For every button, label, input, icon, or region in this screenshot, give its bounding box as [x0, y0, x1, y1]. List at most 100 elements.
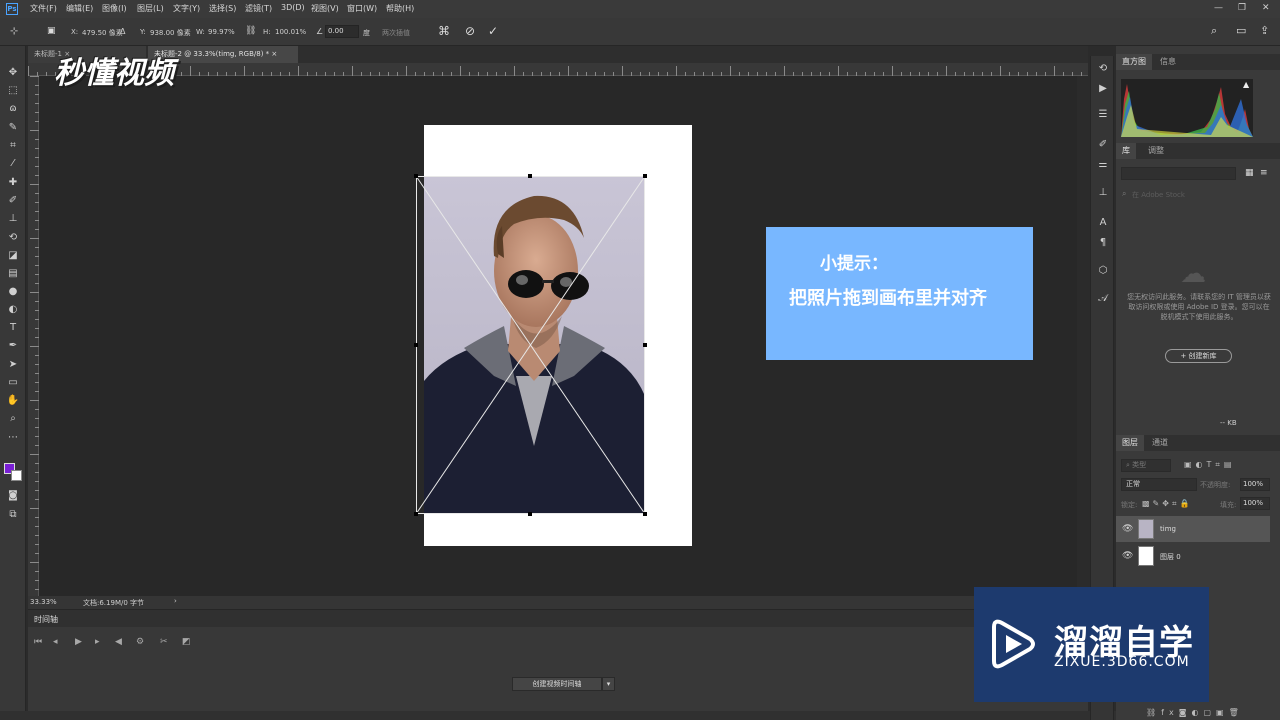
free-transform-box[interactable] — [414, 174, 647, 516]
transform-handle[interactable] — [643, 512, 647, 516]
type-tool-icon[interactable]: T — [5, 320, 21, 336]
reference-point-icon[interactable]: ▣ — [47, 26, 56, 36]
menu-window[interactable]: 窗口(W) — [347, 3, 377, 14]
transform-handle[interactable] — [414, 343, 418, 347]
marquee-tool-icon[interactable]: ⬚ — [5, 83, 21, 99]
create-video-timeline-button[interactable]: 创建视频时间轴 — [512, 677, 602, 691]
timeline-title[interactable]: 时间轴 — [34, 614, 58, 625]
menu-edit[interactable]: 编辑(E) — [66, 3, 93, 14]
eraser-tool-icon[interactable]: ◪ — [5, 248, 21, 264]
properties-icon[interactable]: ☰ — [1096, 108, 1110, 122]
actions-play-icon[interactable]: ▶ — [1096, 82, 1110, 96]
dodge-tool-icon[interactable]: ◐ — [5, 302, 21, 318]
chevron-right-icon[interactable]: › — [174, 597, 177, 605]
layer-actions-icons[interactable]: ⛓fx◙◐▢▣🗑 — [1146, 708, 1244, 717]
h-field[interactable]: 100.01% — [275, 28, 306, 36]
glyphs-icon[interactable]: 𝒜 — [1096, 292, 1110, 306]
layer-row[interactable]: 👁 timg — [1116, 516, 1270, 542]
eye-icon[interactable]: 👁 — [1122, 524, 1133, 534]
more-tools-icon[interactable]: ⋯ — [5, 430, 21, 446]
layer-filter-select[interactable]: ⌕ 类型 — [1121, 459, 1171, 472]
menu-image[interactable]: 图像(I) — [102, 3, 127, 14]
3d-cube-icon[interactable]: ⬡ — [1096, 264, 1110, 278]
history-brush-tool-icon[interactable]: ⟲ — [5, 230, 21, 246]
y-field[interactable]: 938.00 像素 — [150, 28, 191, 38]
tab-channels[interactable]: 通道 — [1146, 435, 1174, 451]
transform-handle[interactable] — [528, 512, 532, 516]
transform-handle[interactable] — [643, 174, 647, 178]
menu-select[interactable]: 选择(S) — [209, 3, 236, 14]
quick-select-tool-icon[interactable]: ✎ — [5, 120, 21, 136]
transform-handle[interactable] — [643, 343, 647, 347]
angle-field[interactable]: 0.00 — [325, 25, 359, 38]
adjust-sliders-icon[interactable]: ⚌ — [1096, 158, 1110, 172]
brush-tool-icon[interactable]: ✐ — [5, 193, 21, 209]
blend-mode-select[interactable]: 正常 — [1121, 478, 1197, 491]
menu-3d[interactable]: 3D(D) — [281, 3, 305, 12]
zoom-level[interactable]: 33.33% — [30, 598, 57, 606]
prev-frame-icon[interactable]: ◂ — [53, 637, 58, 647]
character-icon[interactable]: A — [1096, 216, 1110, 230]
warning-icon[interactable]: ▲ — [1243, 80, 1249, 89]
brush-settings-icon[interactable]: ✐ — [1096, 138, 1110, 152]
history-icon[interactable]: ⟲ — [1096, 62, 1110, 76]
transform-handle[interactable] — [414, 174, 418, 178]
minimize-icon[interactable]: — — [1214, 3, 1223, 13]
library-search-input[interactable]: 在 Adobe Stock — [1132, 190, 1185, 200]
quick-mask-icon[interactable]: ◙ — [5, 488, 21, 504]
create-library-button[interactable]: + 创建新库 — [1165, 349, 1232, 363]
fill-field[interactable]: 100% — [1240, 497, 1270, 510]
document-info[interactable]: 文档:6.19M/0 字节 — [83, 598, 144, 608]
grid-view-icon[interactable]: ▦ — [1245, 168, 1254, 178]
layer-name[interactable]: 图层 0 — [1160, 552, 1181, 562]
menu-help[interactable]: 帮助(H) — [386, 3, 414, 14]
list-view-icon[interactable]: ≡ — [1260, 168, 1268, 178]
transition-icon[interactable]: ◩ — [182, 637, 191, 647]
menu-type[interactable]: 文字(Y) — [173, 3, 200, 14]
interpolation-label[interactable]: 两次插值 — [382, 28, 410, 38]
close-icon[interactable]: ✕ — [1262, 3, 1270, 13]
tab-layers[interactable]: 图层 — [1116, 435, 1144, 451]
tab-library[interactable]: 库 — [1116, 143, 1136, 159]
paragraph-icon[interactable]: ¶ — [1096, 236, 1110, 250]
split-scissors-icon[interactable]: ✂ — [160, 637, 168, 647]
healing-tool-icon[interactable]: ✚ — [5, 175, 21, 191]
x-field[interactable]: 479.50 像素 — [82, 28, 123, 38]
stamp-tool-icon[interactable]: ⊥ — [5, 211, 21, 227]
clone-source-icon[interactable]: ⊥ — [1096, 186, 1110, 200]
transform-handle[interactable] — [414, 512, 418, 516]
layer-filter-icons[interactable]: ▣◐T⌗▤ — [1184, 460, 1236, 470]
transform-handle[interactable] — [528, 174, 532, 178]
tab-info[interactable]: 信息 — [1154, 54, 1182, 70]
blur-tool-icon[interactable]: ● — [5, 284, 21, 300]
pen-tool-icon[interactable]: ✒ — [5, 338, 21, 354]
menu-view[interactable]: 视图(V) — [311, 3, 339, 14]
library-select[interactable] — [1121, 167, 1236, 180]
eye-icon[interactable]: 👁 — [1122, 551, 1133, 561]
next-frame-icon[interactable]: ▸ — [95, 637, 100, 647]
play-icon[interactable]: ▶ — [75, 637, 82, 647]
restore-icon[interactable]: ❐ — [1238, 3, 1246, 13]
w-field[interactable]: 99.97% — [208, 28, 235, 36]
cancel-transform-icon[interactable]: ⊘ — [465, 24, 475, 38]
shape-tool-icon[interactable]: ▭ — [5, 375, 21, 391]
tab-adjust[interactable]: 调整 — [1142, 143, 1170, 159]
layer-name[interactable]: timg — [1160, 525, 1176, 533]
menu-file[interactable]: 文件(F) — [30, 3, 57, 14]
search-icon[interactable]: ⌕ — [1211, 24, 1217, 38]
tab-histogram[interactable]: 直方图 — [1116, 54, 1152, 70]
commit-transform-icon[interactable]: ✓ — [488, 24, 498, 38]
menu-filter[interactable]: 滤镜(T) — [245, 3, 272, 14]
menu-layer[interactable]: 图层(L) — [137, 3, 164, 14]
screen-mode-icon[interactable]: ⧉ — [5, 507, 21, 523]
gradient-tool-icon[interactable]: ▤ — [5, 266, 21, 282]
lasso-tool-icon[interactable]: ɷ — [5, 101, 21, 117]
move-tool-icon[interactable]: ⊹ — [10, 26, 18, 37]
chevron-down-icon[interactable]: ▾ — [602, 677, 615, 691]
warp-icon[interactable]: ⌘ — [438, 24, 450, 38]
path-select-tool-icon[interactable]: ➤ — [5, 357, 21, 373]
zoom-tool-icon[interactable]: ⌕ — [5, 411, 21, 427]
share-icon[interactable]: ⇪ — [1260, 24, 1269, 37]
link-icon[interactable]: ⛓ — [245, 26, 256, 36]
lock-icons[interactable]: ▩✎✥⌗🔒 — [1142, 499, 1192, 509]
